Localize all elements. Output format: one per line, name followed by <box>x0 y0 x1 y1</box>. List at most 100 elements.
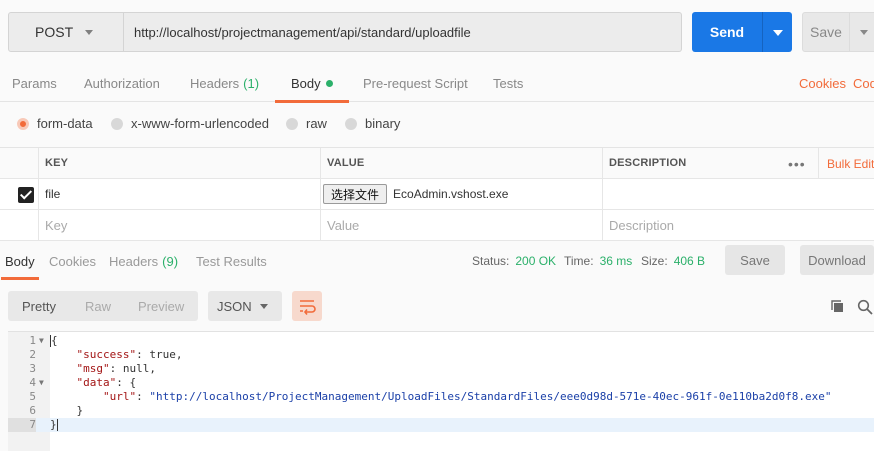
description-cell[interactable] <box>602 179 874 209</box>
headers-count-badge: (1) <box>243 75 260 91</box>
url-input[interactable]: http://localhost/projectmanagement/api/s… <box>124 12 682 52</box>
request-bar: POST http://localhost/projectmanagement/… <box>0 0 874 64</box>
view-pretty-button[interactable]: Pretty <box>22 291 56 321</box>
column-value-header: VALUE <box>320 148 602 178</box>
value-placeholder: Value <box>327 217 360 233</box>
tab-response-cookies[interactable]: Cookies <box>49 240 96 282</box>
tab-body[interactable]: Body <box>275 64 349 103</box>
body-indicator-dot <box>325 79 333 87</box>
json-key: "url" <box>102 390 137 403</box>
code-line: 3 "msg": null, <box>8 362 874 376</box>
download-label: Download <box>808 252 866 268</box>
code-link[interactable]: Code <box>853 64 874 102</box>
json-value: true, <box>149 348 183 361</box>
column-key-label: KEY <box>45 157 69 169</box>
json-key: "success" <box>76 348 137 361</box>
tab-response-body[interactable]: Body <box>1 240 39 282</box>
description-input[interactable]: Description <box>602 210 874 240</box>
key-input[interactable]: Key <box>38 210 320 240</box>
save-request-button[interactable]: Save <box>802 12 850 52</box>
code-text: "data": { <box>76 376 137 389</box>
key-cell[interactable]: file <box>38 179 320 209</box>
radio-selected-icon <box>17 117 29 130</box>
code-link-label: Code <box>853 75 874 91</box>
send-label: Send <box>709 24 745 40</box>
view-raw-button[interactable]: Raw <box>85 291 111 321</box>
line-number: 6 <box>29 404 36 417</box>
wrap-lines-button[interactable] <box>292 291 322 321</box>
status-readout: Status: 200 OK <box>472 254 556 268</box>
column-description-label: DESCRIPTION <box>609 157 687 169</box>
radio-icon <box>286 117 298 130</box>
code-line: 2 "success": true, <box>8 348 874 362</box>
value-input[interactable]: Value <box>320 210 602 240</box>
code-brace: { <box>51 334 58 347</box>
copy-icon[interactable] <box>831 300 844 313</box>
chevron-down-icon <box>85 30 93 35</box>
download-button[interactable]: Download <box>800 245 874 275</box>
tab-prerequest-script[interactable]: Pre-request Script <box>363 64 468 102</box>
method-select[interactable]: POST <box>8 12 124 52</box>
request-tabs: Params Authorization Headers (1) Body Pre… <box>0 64 874 103</box>
json-key: "msg" <box>76 362 110 375</box>
save-response-button[interactable]: Save <box>725 245 785 275</box>
format-select[interactable]: JSON <box>208 291 282 321</box>
size-readout: Size: 406 B <box>641 254 705 268</box>
tab-authorization[interactable]: Authorization <box>84 64 160 102</box>
tab-params[interactable]: Params <box>12 64 57 102</box>
save-options-button[interactable] <box>850 12 874 52</box>
response-body-editor[interactable]: 1 ▼ { 2 "success": true, 3 "msg": null, … <box>8 331 874 451</box>
line-number: 4 <box>29 376 36 389</box>
code-text: } <box>50 404 84 418</box>
column-description-header: DESCRIPTION <box>602 148 818 178</box>
line-number: 5 <box>29 390 36 403</box>
view-preview-button[interactable]: Preview <box>138 291 184 321</box>
value-cell: 选择文件 EcoAdmin.vshost.exe <box>320 179 602 209</box>
radio-urlencoded[interactable]: x-www-form-urlencoded <box>111 116 269 131</box>
bulk-edit-link[interactable]: Bulk Edit <box>818 148 874 179</box>
file-name: EcoAdmin.vshost.exe <box>393 187 509 201</box>
line-number: 3 <box>29 362 36 375</box>
radio-raw[interactable]: raw <box>286 116 327 131</box>
send-options-button[interactable] <box>762 12 792 52</box>
json-string: "http://localhost/ProjectManagement/Uplo… <box>149 390 832 403</box>
radio-binary-label: binary <box>365 116 401 131</box>
format-label: JSON <box>217 298 252 314</box>
code-text: { <box>50 334 58 348</box>
row-enabled-checkbox[interactable] <box>18 187 34 203</box>
tab-body-label: Body <box>291 75 321 91</box>
radio-icon <box>111 117 123 130</box>
description-placeholder: Description <box>609 217 675 233</box>
tab-test-results[interactable]: Test Results <box>196 240 267 282</box>
radio-form-data[interactable]: form-data <box>17 116 93 131</box>
bulk-edit-label: Bulk Edit <box>827 156 874 171</box>
response-headers-count: (9) <box>162 253 179 269</box>
tab-response-cookies-label: Cookies <box>49 253 96 269</box>
cookies-link[interactable]: Cookies <box>799 64 846 102</box>
tab-prerequest-label: Pre-request Script <box>363 75 468 91</box>
radio-binary[interactable]: binary <box>345 116 400 131</box>
fold-arrow-icon[interactable]: ▼ <box>39 334 44 348</box>
json-value: null, <box>122 362 156 375</box>
line-number: 2 <box>29 348 36 361</box>
column-key-header: KEY <box>38 148 320 178</box>
more-options-icon[interactable]: ••• <box>788 156 806 172</box>
tab-response-headers[interactable]: Headers (9) <box>109 240 178 282</box>
radio-urlencoded-label: x-www-form-urlencoded <box>131 116 269 131</box>
table-header-row: KEY VALUE DESCRIPTION ••• Bulk Edit <box>0 148 874 179</box>
size-value: 406 B <box>673 254 706 268</box>
code-text: "success": true, <box>76 348 183 361</box>
chevron-down-icon <box>773 30 783 36</box>
body-type-radios: form-data x-www-form-urlencoded raw bina… <box>0 102 874 146</box>
send-button[interactable]: Send <box>692 12 762 52</box>
tab-headers[interactable]: Headers (1) <box>190 64 259 102</box>
fold-arrow-icon[interactable]: ▼ <box>39 376 44 390</box>
choose-file-button[interactable]: 选择文件 <box>323 184 388 204</box>
tab-tests[interactable]: Tests <box>493 64 523 102</box>
wrap-lines-icon <box>300 300 316 315</box>
chevron-down-icon <box>860 30 868 35</box>
time-label: Time: <box>564 254 594 268</box>
code-text: } <box>50 418 58 432</box>
json-key: "data" <box>76 376 117 389</box>
search-icon[interactable] <box>857 299 873 315</box>
